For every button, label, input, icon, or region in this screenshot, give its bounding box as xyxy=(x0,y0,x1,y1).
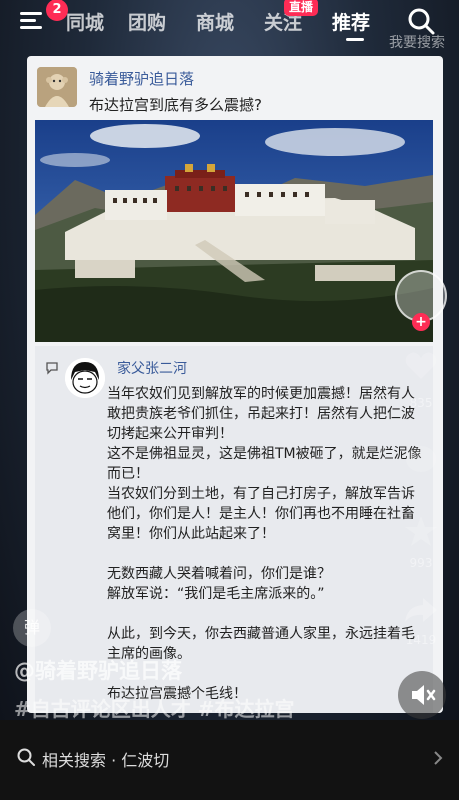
active-tab-indicator xyxy=(346,38,364,41)
favorite-count: 993 xyxy=(409,556,433,570)
post-title: 布达拉宫到底有多么震撼? xyxy=(89,96,262,114)
tab-local[interactable]: 同城 xyxy=(66,8,104,35)
comment-icon[interactable] xyxy=(401,440,441,480)
share-icon[interactable] xyxy=(401,590,441,630)
tab-group-buy[interactable]: 团购 xyxy=(128,8,166,35)
menu-button[interactable] xyxy=(20,10,46,32)
post-header: 骑着野驴追日落 布达拉宫到底有多么震撼? xyxy=(27,56,443,118)
tab-mall[interactable]: 商城 xyxy=(196,8,234,35)
notification-badge: 2 xyxy=(46,0,68,21)
potala-palace-photo xyxy=(35,120,433,342)
mute-button[interactable] xyxy=(398,671,446,719)
heart-icon[interactable] xyxy=(401,345,441,385)
related-search-label: 相关搜索 · 仁波切 xyxy=(42,751,170,770)
danmu-button[interactable]: 弹 xyxy=(13,609,51,647)
post-avatar[interactable] xyxy=(37,67,77,107)
comment-bubble-icon xyxy=(46,362,58,375)
like-count: 835 xyxy=(409,396,433,410)
menu-icon-line xyxy=(20,26,42,29)
hashtags[interactable]: #自古评论区出人才 #布达拉宫 xyxy=(14,693,294,722)
post-username[interactable]: 骑着野驴追日落 xyxy=(89,68,194,89)
mute-icon xyxy=(412,685,436,705)
author-handle[interactable]: @骑着野驴追日落 xyxy=(14,655,182,685)
search-icon xyxy=(17,748,35,766)
tab-recommend[interactable]: 推荐 xyxy=(332,8,370,35)
menu-icon-line xyxy=(20,19,36,22)
follow-plus-icon[interactable]: + xyxy=(412,313,430,331)
related-search-bar[interactable]: 相关搜索 · 仁波切 xyxy=(0,720,459,800)
watermark-text: 我要搜索 xyxy=(389,35,445,51)
share-count: 1419 xyxy=(405,633,437,647)
cartoon-face-avatar-icon xyxy=(65,358,105,398)
reply-avatar[interactable] xyxy=(65,358,105,398)
post-card: 骑着野驴追日落 布达拉宫到底有多么震撼? 家父张二河 当年农奴们见到解放军的时候… xyxy=(27,56,443,713)
menu-icon-line xyxy=(20,12,42,15)
monkey-avatar-icon xyxy=(37,67,77,107)
live-badge: 直播 xyxy=(284,0,319,16)
chevron-right-icon xyxy=(434,751,443,765)
reply-username[interactable]: 家父张二河 xyxy=(117,358,187,378)
star-icon[interactable] xyxy=(401,512,441,552)
